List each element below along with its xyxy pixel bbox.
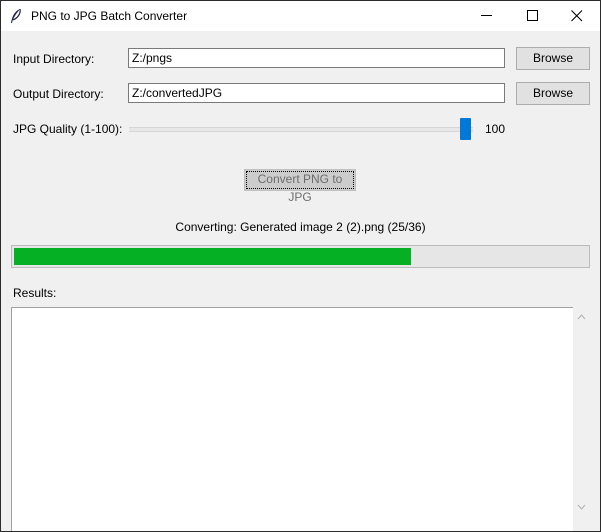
progress-bar <box>11 245 590 268</box>
progress-fill <box>14 248 411 265</box>
quality-value: 100 <box>485 122 506 136</box>
scroll-up-icon[interactable] <box>577 314 586 320</box>
window-title: PNG to JPG Batch Converter <box>31 9 188 23</box>
minimize-icon <box>481 15 492 16</box>
scroll-down-icon[interactable] <box>577 504 586 510</box>
quality-slider-thumb[interactable] <box>460 118 471 140</box>
close-icon <box>571 10 583 22</box>
quality-slider-track[interactable] <box>129 127 473 132</box>
maximize-button[interactable] <box>510 1 556 31</box>
input-directory-label: Input Directory: <box>13 52 95 66</box>
results-label: Results: <box>13 286 57 300</box>
quality-label: JPG Quality (1-100): <box>13 122 123 136</box>
results-textbox[interactable] <box>11 307 574 531</box>
results-scrollbar[interactable] <box>573 307 590 531</box>
input-directory-field[interactable]: Z:/pngs <box>128 48 505 68</box>
feather-icon <box>9 8 23 24</box>
app-window: PNG to JPG Batch Converter Input Directo… <box>0 0 601 532</box>
maximize-icon <box>527 10 538 21</box>
status-text: Converting: Generated image 2 (2).png (2… <box>175 220 426 234</box>
close-button[interactable] <box>554 1 600 31</box>
title-bar[interactable]: PNG to JPG Batch Converter <box>1 1 600 31</box>
convert-button[interactable]: Convert PNG to JPG <box>244 169 356 204</box>
output-browse-button[interactable]: Browse <box>516 82 590 105</box>
output-directory-label: Output Directory: <box>13 87 104 101</box>
input-browse-button[interactable]: Browse <box>516 47 590 70</box>
output-directory-field[interactable]: Z:/convertedJPG <box>128 83 505 103</box>
minimize-button[interactable] <box>464 1 510 31</box>
